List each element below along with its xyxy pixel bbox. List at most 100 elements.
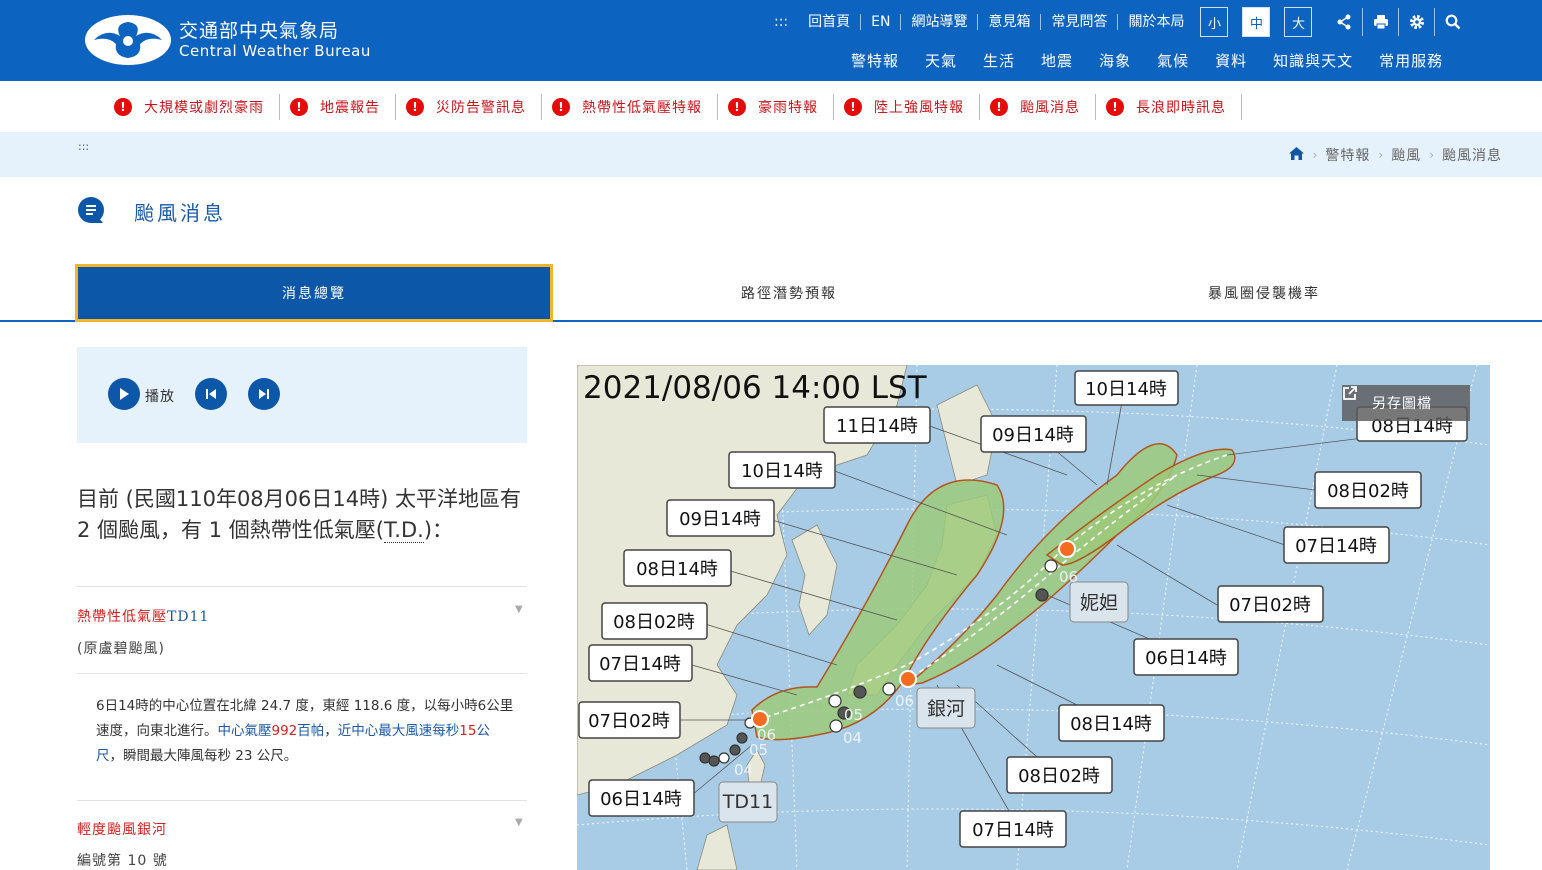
- alert-disaster[interactable]: ! 災防告警訊息: [396, 93, 542, 120]
- link-feedback[interactable]: 意見箱: [977, 14, 1040, 30]
- share-icon[interactable]: [1326, 8, 1362, 36]
- play-label: 播放: [145, 389, 175, 405]
- storm-origin-note: (原盧碧颱風): [77, 641, 165, 657]
- breadcrumb-typhoon[interactable]: 颱風: [1391, 145, 1421, 165]
- tab-wind-probability[interactable]: 暴風圈侵襲機率: [1025, 264, 1503, 322]
- nav-knowledge[interactable]: 知識與天文: [1273, 50, 1353, 71]
- alert-typhoon[interactable]: ! 颱風消息: [980, 93, 1096, 120]
- typhoon-track-map[interactable]: 10日14時 11日14時 09日14時 10日14時 09日14時 08日14…: [577, 365, 1490, 870]
- tab-track-forecast[interactable]: 路徑潛勢預報: [550, 264, 1028, 322]
- storm-label-td11: TD11: [718, 781, 778, 823]
- step-back-icon: [206, 389, 216, 399]
- alert-icon: !: [552, 97, 570, 116]
- alert-icon: !: [1106, 97, 1124, 116]
- link-sitemap[interactable]: 網站導覽: [900, 14, 977, 30]
- map-point-label: 05: [844, 706, 863, 724]
- accesskey-center[interactable]: :::: [78, 140, 89, 153]
- map-time-label: 06日14時: [588, 779, 695, 817]
- gear-icon[interactable]: [1398, 8, 1434, 36]
- nav-life[interactable]: 生活: [983, 50, 1015, 71]
- map-point-label: 06: [1059, 568, 1078, 586]
- breadcrumb-bar: ::: › 警特報 › 颱風 › 颱風消息: [0, 132, 1542, 177]
- map-point-label: 06: [895, 692, 914, 710]
- top-icon-buttons: [1326, 8, 1470, 36]
- map-point-label: 06: [757, 726, 776, 744]
- storm-toggle-td11[interactable]: 熱帶性低氣壓TD11: [77, 606, 209, 626]
- font-size-medium[interactable]: 中: [1242, 7, 1271, 37]
- svg-text:09日14時: 09日14時: [679, 509, 761, 530]
- nav-weather[interactable]: 天氣: [925, 50, 957, 71]
- svg-text:07日14時: 07日14時: [1295, 536, 1377, 557]
- font-size-switcher: 小 中 大: [1200, 7, 1326, 37]
- svg-text:06日14時: 06日14時: [1145, 648, 1227, 669]
- content-tabs: 消息總覽 路徑潛勢預報 暴風圈侵襲機率: [0, 264, 1542, 322]
- nav-marine[interactable]: 海象: [1099, 50, 1131, 71]
- play-icon: [120, 388, 129, 400]
- print-icon[interactable]: [1362, 8, 1398, 36]
- accesskey-top[interactable]: :::: [772, 14, 798, 30]
- alert-heavy-rain-major[interactable]: ! 大規模或劇烈豪雨: [104, 93, 280, 120]
- svg-text:09日14時: 09日14時: [992, 425, 1074, 446]
- next-frame-button[interactable]: [248, 378, 280, 410]
- previous-frame-button[interactable]: [195, 378, 227, 410]
- svg-text:08日14時: 08日14時: [636, 559, 718, 580]
- chevron-down-icon[interactable]: ▼: [515, 817, 523, 828]
- play-button[interactable]: [108, 378, 140, 410]
- map-time-label: 08日14時: [623, 549, 732, 587]
- search-icon[interactable]: [1434, 8, 1470, 36]
- breadcrumb-separator: ›: [1312, 148, 1318, 162]
- alert-icon: !: [114, 97, 132, 116]
- nav-earthquake[interactable]: 地震: [1041, 50, 1073, 71]
- logo-title-en[interactable]: Central Weather Bureau: [179, 42, 371, 60]
- font-size-small[interactable]: 小: [1200, 7, 1229, 37]
- nav-services[interactable]: 常用服務: [1379, 50, 1443, 71]
- map-time-label: 06日14時: [1133, 638, 1239, 676]
- link-faq[interactable]: 常見問答: [1040, 14, 1117, 30]
- alert-icon: !: [406, 97, 424, 116]
- breadcrumb-typhoon-news[interactable]: 颱風消息: [1442, 145, 1502, 165]
- alert-tropical-depression[interactable]: ! 熱帶性低氣壓特報: [542, 93, 718, 120]
- link-about[interactable]: 關於本局: [1117, 14, 1194, 30]
- page-title: 颱風消息: [134, 201, 226, 225]
- nav-warnings[interactable]: 警特報: [851, 50, 899, 71]
- link-home[interactable]: 回首頁: [798, 14, 860, 30]
- map-time-label: 08日02時: [1314, 471, 1422, 509]
- tab-overview[interactable]: 消息總覽: [75, 264, 553, 322]
- logo-title-zh[interactable]: 交通部中央氣象局: [179, 16, 339, 43]
- nav-climate[interactable]: 氣候: [1157, 50, 1189, 71]
- alert-swell[interactable]: ! 長浪即時訊息: [1096, 93, 1242, 120]
- breadcrumb-warnings[interactable]: 警特報: [1325, 145, 1370, 165]
- svg-text:07日14時: 07日14時: [599, 654, 681, 675]
- svg-text:TD11: TD11: [722, 791, 773, 813]
- alert-earthquake[interactable]: ! 地震報告: [280, 93, 396, 120]
- svg-text:10日14時: 10日14時: [741, 461, 823, 482]
- svg-text:08日02時: 08日02時: [1018, 766, 1100, 787]
- map-timestamp: 2021/08/06 14:00 LST: [583, 370, 928, 406]
- chevron-down-icon[interactable]: ▼: [515, 604, 523, 615]
- divider: [77, 800, 527, 801]
- td-abbreviation[interactable]: T.D.: [383, 518, 424, 543]
- breadcrumb-separator: ›: [1378, 148, 1384, 162]
- save-image-button[interactable]: 另存圖檔: [1342, 385, 1470, 421]
- svg-text:10日14時: 10日14時: [1085, 379, 1167, 400]
- map-time-label: 08日02時: [1006, 756, 1113, 794]
- map-point-label: 04: [734, 761, 753, 779]
- alert-strong-wind[interactable]: ! 陸上強風特報: [834, 93, 980, 120]
- alert-icon: !: [844, 97, 862, 116]
- home-icon[interactable]: [1288, 146, 1305, 165]
- font-size-large[interactable]: 大: [1284, 7, 1313, 37]
- external-link-icon: [1343, 386, 1357, 400]
- svg-text:07日02時: 07日02時: [588, 711, 670, 732]
- breadcrumb: › 警特報 › 颱風 › 颱風消息: [1288, 145, 1502, 165]
- storm-toggle-lupit[interactable]: 輕度颱風銀河: [77, 819, 167, 839]
- main-navigation: 警特報 天氣 生活 地震 海象 氣候 資料 知識與天文 常用服務: [838, 50, 1456, 71]
- link-english[interactable]: EN: [860, 14, 900, 30]
- nav-data[interactable]: 資料: [1215, 50, 1247, 71]
- animation-player: 播放: [77, 347, 527, 443]
- svg-text:08日02時: 08日02時: [613, 612, 695, 633]
- svg-text:11日14時: 11日14時: [836, 416, 918, 437]
- alert-heavy-rain[interactable]: ! 豪雨特報: [718, 93, 834, 120]
- alert-icon: !: [728, 97, 746, 116]
- top-utility-links: ::: 回首頁 EN 網站導覽 意見箱 常見問答 關於本局 小 中 大: [772, 7, 1470, 37]
- cwb-logo-icon[interactable]: [84, 14, 172, 66]
